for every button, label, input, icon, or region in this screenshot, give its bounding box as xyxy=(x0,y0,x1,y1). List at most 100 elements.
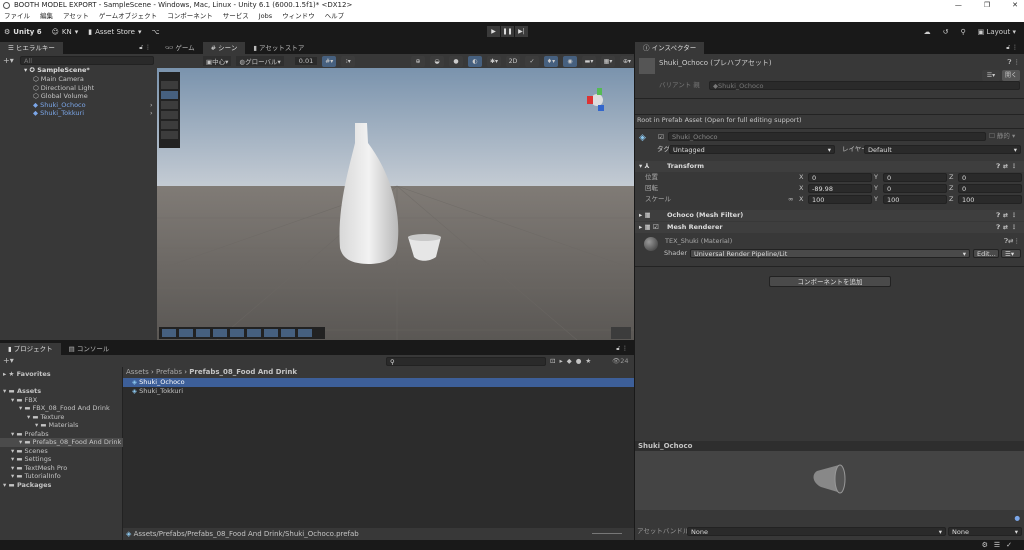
tab-inspector[interactable]: ⓘ インスペクター xyxy=(635,42,705,54)
transform-x-field[interactable]: 0 xyxy=(808,173,872,182)
overrides-dropdown[interactable]: ☰▾ xyxy=(982,70,1000,81)
scene-root[interactable]: ▾ ✪ SampleScene* xyxy=(24,66,90,75)
static-toggle[interactable]: ☐ 静的 ▾ xyxy=(989,132,1015,141)
preview-area[interactable] xyxy=(635,451,1024,510)
transform-header[interactable]: ▾ ⅄ Transform ❓︎⇄⋮ xyxy=(635,161,1024,172)
grid-snap-button[interactable]: #▾ xyxy=(322,55,337,67)
unity-account-button[interactable]: ⚙ Unity 6 xyxy=(4,28,42,36)
status-bar-icons[interactable]: ⚙☰✓ xyxy=(982,541,1018,549)
tab-project[interactable]: ▮ プロジェクト xyxy=(0,343,61,355)
variant-parent-field[interactable]: ◆Shuki_Ochoco xyxy=(709,81,1020,90)
snap-increment-input[interactable]: 0.01 xyxy=(294,57,318,65)
component-menu-icons[interactable]: ❓︎⇄⋮ xyxy=(996,161,1020,172)
search-filter-icons[interactable]: ⊡▸◆●★ xyxy=(550,357,595,366)
camera-overlay-button[interactable] xyxy=(611,327,631,339)
folder-favorites[interactable]: ▸ ★ Favorites xyxy=(3,370,51,379)
lighting-icon[interactable]: ✓ xyxy=(525,55,539,67)
wireframe-icon[interactable]: ⊕ xyxy=(411,55,425,67)
active-checkbox[interactable]: ☑ xyxy=(658,133,664,142)
asset-store-dropdown[interactable]: ▮ Asset Store ▾ xyxy=(88,28,141,36)
tab-asset-store[interactable]: ▮ アセットストア xyxy=(245,42,312,54)
history-icon[interactable]: ↺ xyxy=(943,28,949,36)
gizmo-toggle-icon[interactable]: ⊕▾ xyxy=(620,55,634,67)
axis-label-z[interactable]: Z xyxy=(949,173,953,182)
draw-mode-icon[interactable]: ◐ xyxy=(468,55,482,67)
transform-z-field[interactable]: 0 xyxy=(958,184,1022,193)
transform-z-field[interactable]: 0 xyxy=(958,173,1022,182)
tab-console[interactable]: ▤ コンソール xyxy=(61,343,118,355)
material-title[interactable]: TEX_Shuki (Material) xyxy=(665,237,732,246)
version-control-icon[interactable]: ⌥ xyxy=(151,28,159,36)
axis-label-y[interactable]: Y xyxy=(874,195,878,204)
menu-window[interactable]: ウィンドウ xyxy=(282,11,315,22)
maximize-button[interactable]: ❐ xyxy=(984,0,990,11)
edit-shader-button[interactable]: Edit... xyxy=(973,249,999,258)
camera-icon[interactable]: ▬▾ xyxy=(582,55,596,67)
add-button[interactable]: +▾ xyxy=(3,56,14,65)
menu-file[interactable]: ファイル xyxy=(4,11,30,22)
visibility-icon[interactable]: ◉ xyxy=(563,55,577,67)
transform-x-field[interactable]: -89.98 xyxy=(808,184,872,193)
menu-services[interactable]: サービス xyxy=(223,11,249,22)
icon-size-slider[interactable] xyxy=(592,533,622,534)
cloud-icon[interactable]: ☁ xyxy=(924,28,931,36)
search-icon[interactable]: ⚲ xyxy=(960,28,965,36)
breadcrumb-prefabs[interactable]: Prefabs xyxy=(156,368,182,376)
transform-y-field[interactable]: 100 xyxy=(883,195,947,204)
close-button[interactable]: ✕ xyxy=(1012,0,1018,11)
axis-label-y[interactable]: Y xyxy=(874,184,878,193)
audio-effects-icon[interactable]: ♦▾ xyxy=(544,55,558,67)
component-menu-icons[interactable]: ❓︎⇄⋮ xyxy=(996,222,1020,233)
transform-x-field[interactable]: 100 xyxy=(808,195,872,204)
pivot-dropdown[interactable]: ▣中心▾ xyxy=(203,56,232,66)
tab-game[interactable]: 👓︎ ゲーム xyxy=(157,42,203,54)
pause-button[interactable]: ❚❚ xyxy=(501,26,514,37)
shaded-icon[interactable]: ● xyxy=(449,55,463,67)
mesh-renderer-header[interactable]: ▸ ▦ ☑ Mesh Renderer ❓︎⇄⋮ xyxy=(635,222,1024,233)
axis-label-z[interactable]: Z xyxy=(949,184,953,193)
shader-options-dropdown[interactable]: ☰▾ xyxy=(1001,249,1021,258)
menu-component[interactable]: コンポーネント xyxy=(167,11,213,22)
tab-hierarchy[interactable]: ☰ ヒエラルキー xyxy=(0,42,63,54)
minimize-button[interactable]: — xyxy=(955,0,962,11)
menu-edit[interactable]: 編集 xyxy=(40,11,53,22)
axis-label-x[interactable]: X xyxy=(799,184,803,193)
component-menu-icons[interactable]: ❓︎⇄⋮ xyxy=(1004,237,1020,246)
lock-icon[interactable]: 🔓︎ ⋮ xyxy=(1006,44,1018,52)
menu-gameobject[interactable]: ゲームオブジェクト xyxy=(99,11,157,22)
component-menu-icons[interactable]: ❓︎⇄⋮ xyxy=(996,210,1020,221)
create-button[interactable]: +▾ xyxy=(3,356,14,365)
transform-z-field[interactable]: 100 xyxy=(958,195,1022,204)
scene-viewport[interactable] xyxy=(157,68,634,340)
lock-icon[interactable]: 🔓︎ ⋮ xyxy=(616,345,628,353)
breadcrumb-current[interactable]: Prefabs_08_Food And Drink xyxy=(189,368,297,376)
increment-snap-button[interactable]: ⁝▾ xyxy=(341,55,356,67)
axis-label-x[interactable]: X xyxy=(799,195,803,204)
debug-icon[interactable]: ✱▾ xyxy=(487,55,501,67)
axis-label-y[interactable]: Y xyxy=(874,173,878,182)
hierarchy-item-shuki-tokkuri[interactable]: ◆ Shuki_Tokkuri xyxy=(33,109,84,118)
asset-bundle-variant-dropdown[interactable]: None ▾ xyxy=(948,527,1022,536)
play-button[interactable]: ▶ xyxy=(487,26,500,37)
project-search-input[interactable]: ⚲ xyxy=(386,357,546,366)
account-dropdown[interactable]: ☺ KN ▾ xyxy=(52,28,79,36)
file-item-shuki-tokkuri[interactable]: ◈ Shuki_Tokkuri xyxy=(132,387,183,396)
lock-icon[interactable]: 🔓︎ ⋮ xyxy=(139,44,151,52)
object-name-field[interactable]: Shuki_Ochoco xyxy=(668,132,986,141)
chevron-right-icon[interactable]: › xyxy=(150,109,153,118)
folder-packages[interactable]: ▾ ▬ Packages xyxy=(3,481,51,490)
menu-jobs[interactable]: Jobs xyxy=(259,11,272,22)
breadcrumb-assets[interactable]: Assets xyxy=(126,368,149,376)
menu-help[interactable]: ヘルプ xyxy=(325,11,345,22)
add-component-button[interactable]: コンポーネントを追加 xyxy=(769,276,891,287)
constrain-proportions-icon[interactable]: ∞ xyxy=(788,195,793,204)
transform-y-field[interactable]: 0 xyxy=(883,184,947,193)
open-prefab-button[interactable]: 開く xyxy=(1002,70,1020,81)
mesh-filter-header[interactable]: ▸ ▦ Ochoco (Mesh Filter) ❓︎⇄⋮ xyxy=(635,210,1024,221)
layer-dropdown[interactable]: Default ▾ xyxy=(864,145,1021,154)
axis-label-z[interactable]: Z xyxy=(949,195,953,204)
tag-dropdown[interactable]: Untagged ▾ xyxy=(669,145,835,154)
shaded-wireframe-icon[interactable]: ◒ xyxy=(430,55,444,67)
hierarchy-search-input[interactable]: All xyxy=(20,56,154,65)
asset-bundle-dropdown[interactable]: None ▾ xyxy=(687,527,946,536)
